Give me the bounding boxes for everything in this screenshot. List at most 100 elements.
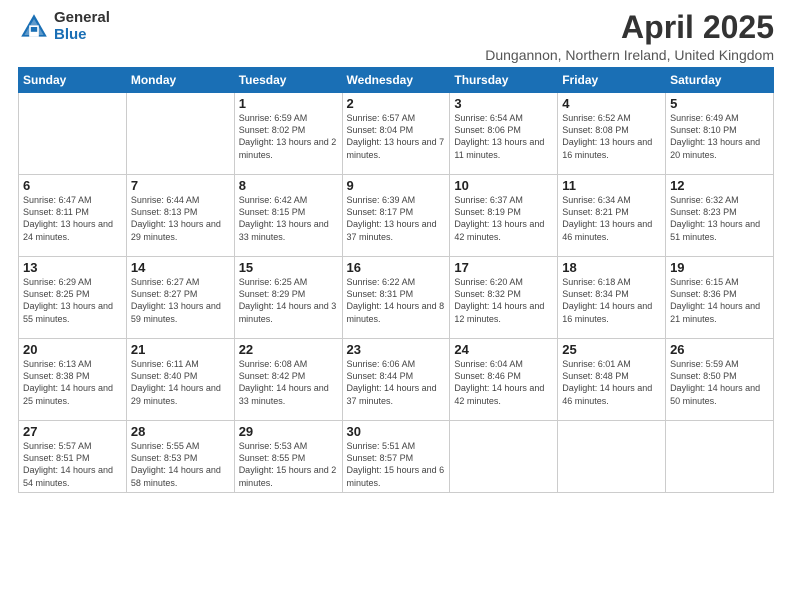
- day-number: 14: [131, 260, 230, 275]
- day-info: Sunrise: 6:08 AM Sunset: 8:42 PM Dayligh…: [239, 358, 338, 407]
- table-row: 6Sunrise: 6:47 AM Sunset: 8:11 PM Daylig…: [19, 175, 127, 257]
- calendar-table: Sunday Monday Tuesday Wednesday Thursday…: [18, 67, 774, 493]
- day-info: Sunrise: 6:06 AM Sunset: 8:44 PM Dayligh…: [347, 358, 446, 407]
- table-row: 19Sunrise: 6:15 AM Sunset: 8:36 PM Dayli…: [666, 257, 774, 339]
- day-number: 19: [670, 260, 769, 275]
- day-info: Sunrise: 6:04 AM Sunset: 8:46 PM Dayligh…: [454, 358, 553, 407]
- location-title: Dungannon, Northern Ireland, United King…: [485, 47, 774, 63]
- day-info: Sunrise: 6:27 AM Sunset: 8:27 PM Dayligh…: [131, 276, 230, 325]
- day-number: 9: [347, 178, 446, 193]
- day-info: Sunrise: 6:11 AM Sunset: 8:40 PM Dayligh…: [131, 358, 230, 407]
- day-info: Sunrise: 6:49 AM Sunset: 8:10 PM Dayligh…: [670, 112, 769, 161]
- col-monday: Monday: [126, 68, 234, 93]
- day-number: 15: [239, 260, 338, 275]
- table-row: 4Sunrise: 6:52 AM Sunset: 8:08 PM Daylig…: [558, 93, 666, 175]
- table-row: 26Sunrise: 5:59 AM Sunset: 8:50 PM Dayli…: [666, 339, 774, 421]
- table-row: 28Sunrise: 5:55 AM Sunset: 8:53 PM Dayli…: [126, 421, 234, 493]
- day-info: Sunrise: 5:51 AM Sunset: 8:57 PM Dayligh…: [347, 440, 446, 489]
- day-number: 6: [23, 178, 122, 193]
- table-row: 20Sunrise: 6:13 AM Sunset: 8:38 PM Dayli…: [19, 339, 127, 421]
- day-info: Sunrise: 6:54 AM Sunset: 8:06 PM Dayligh…: [454, 112, 553, 161]
- day-info: Sunrise: 5:59 AM Sunset: 8:50 PM Dayligh…: [670, 358, 769, 407]
- logo-general: General: [54, 10, 110, 27]
- day-number: 12: [670, 178, 769, 193]
- col-friday: Friday: [558, 68, 666, 93]
- day-info: Sunrise: 6:39 AM Sunset: 8:17 PM Dayligh…: [347, 194, 446, 243]
- day-number: 16: [347, 260, 446, 275]
- table-row: 8Sunrise: 6:42 AM Sunset: 8:15 PM Daylig…: [234, 175, 342, 257]
- logo-blue: Blue: [54, 27, 110, 44]
- calendar-header-row: Sunday Monday Tuesday Wednesday Thursday…: [19, 68, 774, 93]
- table-row: 2Sunrise: 6:57 AM Sunset: 8:04 PM Daylig…: [342, 93, 450, 175]
- table-row: 25Sunrise: 6:01 AM Sunset: 8:48 PM Dayli…: [558, 339, 666, 421]
- day-number: 8: [239, 178, 338, 193]
- col-sunday: Sunday: [19, 68, 127, 93]
- day-info: Sunrise: 6:57 AM Sunset: 8:04 PM Dayligh…: [347, 112, 446, 161]
- day-info: Sunrise: 6:44 AM Sunset: 8:13 PM Dayligh…: [131, 194, 230, 243]
- header: General Blue April 2025 Dungannon, North…: [18, 10, 774, 63]
- day-number: 5: [670, 96, 769, 111]
- day-number: 1: [239, 96, 338, 111]
- logo-text: General Blue: [54, 10, 110, 43]
- day-number: 25: [562, 342, 661, 357]
- table-row: 22Sunrise: 6:08 AM Sunset: 8:42 PM Dayli…: [234, 339, 342, 421]
- table-row: 1Sunrise: 6:59 AM Sunset: 8:02 PM Daylig…: [234, 93, 342, 175]
- table-row: 14Sunrise: 6:27 AM Sunset: 8:27 PM Dayli…: [126, 257, 234, 339]
- table-row: 9Sunrise: 6:39 AM Sunset: 8:17 PM Daylig…: [342, 175, 450, 257]
- table-row: [126, 93, 234, 175]
- day-info: Sunrise: 6:22 AM Sunset: 8:31 PM Dayligh…: [347, 276, 446, 325]
- day-number: 18: [562, 260, 661, 275]
- table-row: 5Sunrise: 6:49 AM Sunset: 8:10 PM Daylig…: [666, 93, 774, 175]
- day-info: Sunrise: 6:59 AM Sunset: 8:02 PM Dayligh…: [239, 112, 338, 161]
- day-info: Sunrise: 6:13 AM Sunset: 8:38 PM Dayligh…: [23, 358, 122, 407]
- day-number: 13: [23, 260, 122, 275]
- day-number: 29: [239, 424, 338, 439]
- table-row: 7Sunrise: 6:44 AM Sunset: 8:13 PM Daylig…: [126, 175, 234, 257]
- day-number: 3: [454, 96, 553, 111]
- day-info: Sunrise: 6:47 AM Sunset: 8:11 PM Dayligh…: [23, 194, 122, 243]
- day-number: 20: [23, 342, 122, 357]
- day-number: 7: [131, 178, 230, 193]
- table-row: 11Sunrise: 6:34 AM Sunset: 8:21 PM Dayli…: [558, 175, 666, 257]
- table-row: 15Sunrise: 6:25 AM Sunset: 8:29 PM Dayli…: [234, 257, 342, 339]
- table-row: [450, 421, 558, 493]
- col-saturday: Saturday: [666, 68, 774, 93]
- day-number: 2: [347, 96, 446, 111]
- day-info: Sunrise: 6:37 AM Sunset: 8:19 PM Dayligh…: [454, 194, 553, 243]
- table-row: 12Sunrise: 6:32 AM Sunset: 8:23 PM Dayli…: [666, 175, 774, 257]
- table-row: [19, 93, 127, 175]
- month-title: April 2025: [485, 10, 774, 45]
- day-number: 28: [131, 424, 230, 439]
- day-number: 4: [562, 96, 661, 111]
- day-number: 21: [131, 342, 230, 357]
- table-row: 30Sunrise: 5:51 AM Sunset: 8:57 PM Dayli…: [342, 421, 450, 493]
- col-wednesday: Wednesday: [342, 68, 450, 93]
- day-info: Sunrise: 6:32 AM Sunset: 8:23 PM Dayligh…: [670, 194, 769, 243]
- day-info: Sunrise: 5:55 AM Sunset: 8:53 PM Dayligh…: [131, 440, 230, 489]
- day-number: 17: [454, 260, 553, 275]
- day-number: 24: [454, 342, 553, 357]
- day-info: Sunrise: 6:34 AM Sunset: 8:21 PM Dayligh…: [562, 194, 661, 243]
- day-info: Sunrise: 6:52 AM Sunset: 8:08 PM Dayligh…: [562, 112, 661, 161]
- day-number: 26: [670, 342, 769, 357]
- table-row: 16Sunrise: 6:22 AM Sunset: 8:31 PM Dayli…: [342, 257, 450, 339]
- day-number: 11: [562, 178, 661, 193]
- day-info: Sunrise: 6:15 AM Sunset: 8:36 PM Dayligh…: [670, 276, 769, 325]
- day-number: 22: [239, 342, 338, 357]
- day-number: 30: [347, 424, 446, 439]
- day-info: Sunrise: 6:18 AM Sunset: 8:34 PM Dayligh…: [562, 276, 661, 325]
- table-row: 10Sunrise: 6:37 AM Sunset: 8:19 PM Dayli…: [450, 175, 558, 257]
- title-block: April 2025 Dungannon, Northern Ireland, …: [485, 10, 774, 63]
- day-number: 27: [23, 424, 122, 439]
- day-info: Sunrise: 5:57 AM Sunset: 8:51 PM Dayligh…: [23, 440, 122, 489]
- page: General Blue April 2025 Dungannon, North…: [0, 0, 792, 612]
- logo: General Blue: [18, 10, 110, 43]
- table-row: 29Sunrise: 5:53 AM Sunset: 8:55 PM Dayli…: [234, 421, 342, 493]
- table-row: 18Sunrise: 6:18 AM Sunset: 8:34 PM Dayli…: [558, 257, 666, 339]
- day-info: Sunrise: 6:01 AM Sunset: 8:48 PM Dayligh…: [562, 358, 661, 407]
- col-thursday: Thursday: [450, 68, 558, 93]
- day-info: Sunrise: 6:25 AM Sunset: 8:29 PM Dayligh…: [239, 276, 338, 325]
- table-row: 23Sunrise: 6:06 AM Sunset: 8:44 PM Dayli…: [342, 339, 450, 421]
- col-tuesday: Tuesday: [234, 68, 342, 93]
- logo-icon: [18, 11, 50, 43]
